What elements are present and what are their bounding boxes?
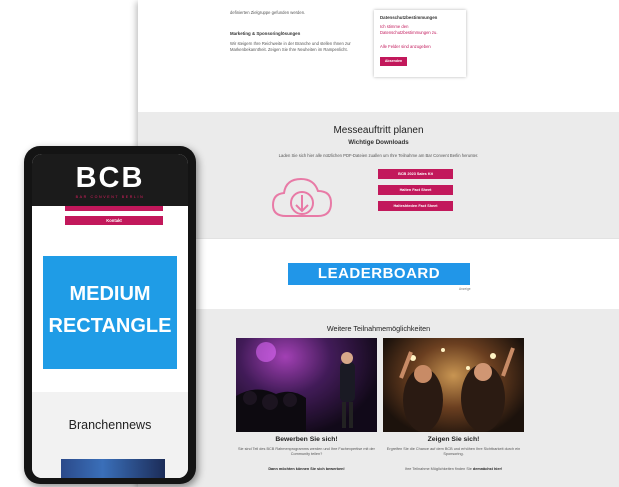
participation-title: Weitere Teilnahmemöglichkeiten	[326, 324, 431, 333]
form-section: definierten Zielgruppe gefunden werden. …	[138, 0, 619, 112]
privacy-checkbox-label[interactable]: Ich stimme den Datenschutzbestimmungen z…	[380, 24, 460, 35]
download-button-fact-sheet-2[interactable]: Halteshteden Fact Sheet	[378, 201, 453, 211]
event-photo-party	[383, 338, 524, 432]
phone-menu-item-prev[interactable]	[65, 206, 163, 211]
event-photo-stage	[236, 338, 377, 432]
leaderboard-section: LEADERBOARD Anzeige	[138, 238, 619, 310]
medium-rectangle-ad[interactable]: MEDIUM RECTANGLE	[43, 256, 177, 369]
submit-button[interactable]: Absenden	[380, 57, 407, 66]
privacy-box: Datenschutzbestimmungen Ich stimme den D…	[374, 10, 466, 77]
downloads-title: Messeauftritt planen	[333, 125, 424, 136]
downloads-subtitle: Wichtige Downloads	[348, 139, 409, 146]
card2-text: Ergreifen Sie die Chance auf dem BCB und…	[386, 447, 521, 456]
participation-section: Weitere Teilnahmemöglichkeiten Bewerben …	[138, 309, 619, 487]
card2-cta-link[interactable]: demnächst hier!	[473, 467, 502, 471]
card1-cta[interactable]: Dann möchten können Sie sich bewerben!	[236, 467, 377, 471]
card2-cta-prefix: Ihre Teilnahme Möglichkeiten finden Sie	[404, 467, 472, 471]
bcb-logo[interactable]: BCB	[32, 162, 188, 194]
cloud-download-icon	[271, 177, 333, 217]
phone-screen: BCB BAR CONVENT BERLIN Kontakt MEDIUM RE…	[32, 154, 188, 478]
required-note: Alle Felder sind anzugeben	[380, 44, 431, 49]
marketing-text: Wir steigern Ihre Reichweite in der Bran…	[230, 41, 351, 52]
card2-title: Zeigen Sie sich!	[427, 436, 480, 443]
phone-mockup: BCB BAR CONVENT BERLIN Kontakt MEDIUM RE…	[24, 146, 196, 484]
news-thumbnail[interactable]	[61, 459, 165, 478]
branchennews-section: Branchennews	[32, 392, 188, 478]
ad-line-2: RECTANGLE	[48, 315, 172, 337]
marketing-heading: Marketing & Sponsoringlösungen	[230, 31, 301, 36]
card1-text: Sie sind Teil des BCB Rahmenprogramms we…	[238, 447, 375, 456]
ad-caption: Anzeige	[459, 287, 471, 291]
phone-menu-kontakt[interactable]: Kontakt	[65, 216, 163, 225]
downloads-text: Laden Sie sich hier alle nützlichen PDF-…	[278, 153, 479, 158]
ad-line-1: MEDIUM	[69, 283, 151, 305]
downloads-section: Messeauftritt planen Wichtige Downloads …	[138, 112, 619, 238]
download-button-sales-kit[interactable]: BCB 2023 Sales Kit	[378, 169, 453, 179]
download-button-fact-sheet[interactable]: Halten Fact Sheet	[378, 185, 453, 195]
logo-subtitle: BAR CONVENT BERLIN	[75, 195, 145, 199]
news-title: Branchennews	[68, 418, 152, 432]
phone-header: BCB BAR CONVENT BERLIN	[32, 154, 188, 206]
leaderboard-ad[interactable]: LEADERBOARD	[288, 263, 470, 285]
desktop-screenshot: definierten Zielgruppe gefunden werden. …	[138, 0, 619, 487]
intro-text: definierten Zielgruppe gefunden werden.	[230, 10, 306, 15]
card1-title: Bewerben Sie sich!	[275, 436, 338, 443]
card2-cta: Ihre Teilnahme Möglichkeiten finden Sie …	[383, 467, 524, 471]
privacy-heading: Datenschutzbestimmungen	[380, 15, 438, 20]
